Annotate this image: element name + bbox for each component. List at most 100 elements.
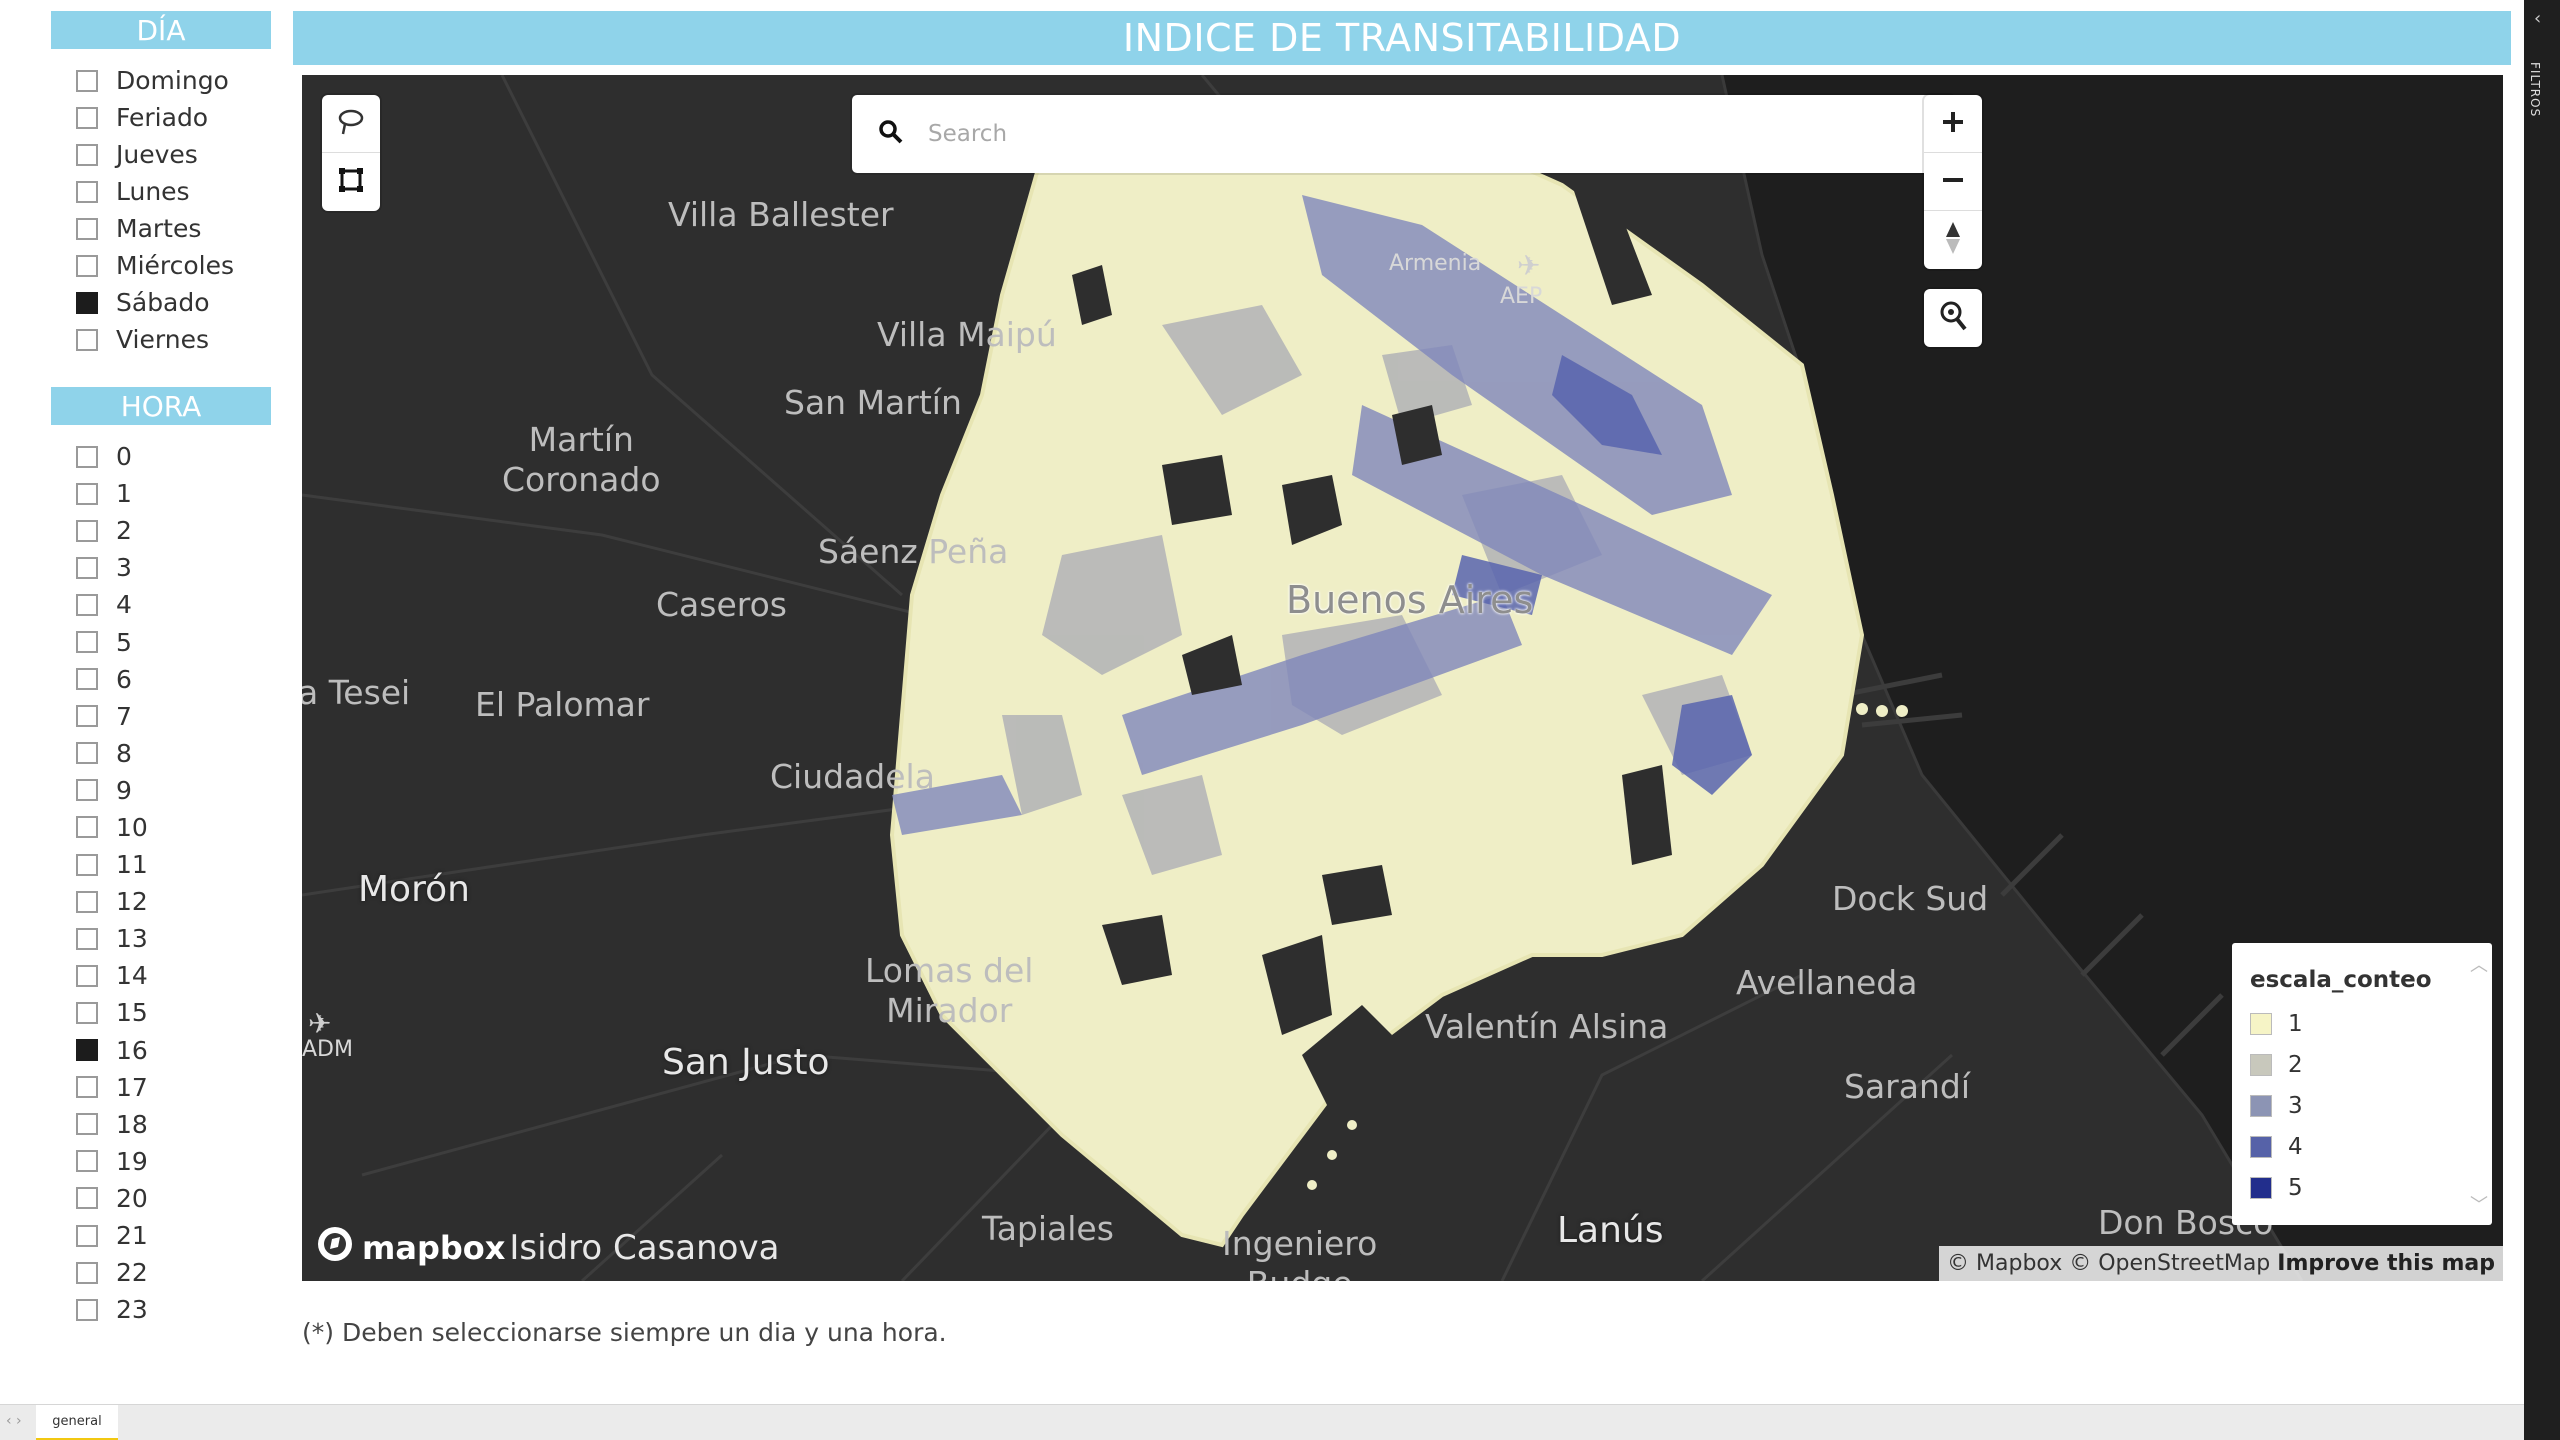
hour-filter-item[interactable]: 21 bbox=[76, 1217, 276, 1254]
hour-filter-item[interactable]: 0 bbox=[76, 438, 276, 475]
place-label: a Tesei bbox=[302, 673, 411, 712]
place-label: Avellaneda bbox=[1736, 963, 1918, 1002]
hour-filter-checkbox[interactable] bbox=[76, 1001, 98, 1024]
hour-filter-label: 0 bbox=[116, 442, 132, 472]
hour-filter-checkbox[interactable] bbox=[76, 742, 98, 765]
search-icon bbox=[878, 119, 904, 149]
hour-filter-item[interactable]: 19 bbox=[76, 1143, 276, 1180]
hour-filter-checkbox[interactable] bbox=[76, 482, 98, 505]
hour-filter-item[interactable]: 23 bbox=[76, 1291, 276, 1328]
legend-item: 2 bbox=[2250, 1044, 2492, 1085]
place-label: Lanús bbox=[1557, 1210, 1664, 1251]
place-label: Caseros bbox=[656, 585, 787, 624]
map-search-input[interactable] bbox=[928, 121, 1908, 147]
legend-label: 4 bbox=[2288, 1133, 2303, 1160]
hour-filter-item[interactable]: 15 bbox=[76, 994, 276, 1031]
zoom-in-button[interactable] bbox=[1924, 95, 1982, 153]
zoom-out-button[interactable] bbox=[1924, 153, 1982, 211]
hour-filter-checkbox[interactable] bbox=[76, 1113, 98, 1136]
hour-filter-checkbox[interactable] bbox=[76, 816, 98, 839]
hour-filter-label: 13 bbox=[116, 924, 148, 954]
hour-filter-checkbox[interactable] bbox=[76, 593, 98, 616]
hour-filter-checkbox[interactable] bbox=[76, 964, 98, 987]
hour-filter-checkbox[interactable] bbox=[76, 1039, 98, 1062]
day-filter-item[interactable]: Sábado bbox=[76, 284, 276, 321]
hour-filter-checkbox[interactable] bbox=[76, 779, 98, 802]
hour-filter-item[interactable]: 20 bbox=[76, 1180, 276, 1217]
day-filter-item[interactable]: Domingo bbox=[76, 62, 276, 99]
hour-filter-item[interactable]: 14 bbox=[76, 957, 276, 994]
day-filter-checkbox[interactable] bbox=[76, 106, 98, 129]
day-filter-checkbox[interactable] bbox=[76, 254, 98, 277]
map-legend: escala_conteo 1 2 3 4 5 ︿ ﹀ bbox=[2232, 943, 2492, 1225]
day-filter-checkbox[interactable] bbox=[76, 69, 98, 92]
geolocate-control bbox=[1924, 289, 1982, 347]
reset-bearing-button[interactable] bbox=[1924, 211, 1982, 269]
hour-filter-item[interactable]: 4 bbox=[76, 586, 276, 623]
hour-filter-item[interactable]: 10 bbox=[76, 809, 276, 846]
mapbox-logo[interactable]: mapbox Isidro Casanova bbox=[316, 1225, 779, 1271]
mapbox-wordmark: mapbox bbox=[362, 1229, 506, 1267]
legend-swatch bbox=[2250, 1135, 2272, 1158]
day-filter-item[interactable]: Miércoles bbox=[76, 247, 276, 284]
day-filter-item[interactable]: Martes bbox=[76, 210, 276, 247]
hour-filter-checkbox[interactable] bbox=[76, 705, 98, 728]
map-view[interactable]: ✈ ✈ Villa Ballester Villa Maipú San Mart… bbox=[302, 75, 2503, 1281]
day-filter-item[interactable]: Jueves bbox=[76, 136, 276, 173]
map-pin-search-icon bbox=[1936, 299, 1970, 337]
hour-filter-item[interactable]: 17 bbox=[76, 1069, 276, 1106]
improve-map-link[interactable]: Improve this map bbox=[2277, 1251, 2495, 1276]
hour-filter-item[interactable]: 12 bbox=[76, 883, 276, 920]
place-label-city: Buenos Aires bbox=[1286, 578, 1534, 622]
lasso-select-button[interactable] bbox=[322, 95, 380, 153]
hour-filter-item[interactable]: 7 bbox=[76, 698, 276, 735]
mapbox-attribution-link[interactable]: © Mapbox bbox=[1947, 1251, 2062, 1276]
hour-filter-checkbox[interactable] bbox=[76, 1261, 98, 1284]
hour-filter-checkbox[interactable] bbox=[76, 631, 98, 654]
day-filter-checkbox[interactable] bbox=[76, 328, 98, 351]
hour-filter-checkbox[interactable] bbox=[76, 853, 98, 876]
day-filter-item[interactable]: Viernes bbox=[76, 321, 276, 358]
hour-filter-checkbox[interactable] bbox=[76, 1224, 98, 1247]
chevron-left-icon[interactable]: ‹ bbox=[2534, 8, 2541, 29]
filters-pane[interactable]: ‹ FILTROS bbox=[2524, 0, 2560, 1440]
hour-filter-checkbox[interactable] bbox=[76, 1187, 98, 1210]
day-filter-item[interactable]: Feriado bbox=[76, 99, 276, 136]
day-filter-checkbox[interactable] bbox=[76, 180, 98, 203]
hour-filter-checkbox[interactable] bbox=[76, 1298, 98, 1321]
hour-filter-checkbox[interactable] bbox=[76, 1076, 98, 1099]
hour-filter-item[interactable]: 6 bbox=[76, 661, 276, 698]
hour-filter-checkbox[interactable] bbox=[76, 445, 98, 468]
hour-filter-item[interactable]: 22 bbox=[76, 1254, 276, 1291]
hour-filter-item[interactable]: 1 bbox=[76, 475, 276, 512]
hour-filter-item[interactable]: 11 bbox=[76, 846, 276, 883]
locate-button[interactable] bbox=[1924, 289, 1982, 347]
place-label: AEP bbox=[1500, 284, 1543, 309]
hour-filter-checkbox[interactable] bbox=[76, 927, 98, 950]
hour-filter-item[interactable]: 2 bbox=[76, 512, 276, 549]
hour-filter-checkbox[interactable] bbox=[76, 890, 98, 913]
hour-filter-item[interactable]: 3 bbox=[76, 549, 276, 586]
hour-filter-checkbox[interactable] bbox=[76, 668, 98, 691]
tab-general[interactable]: general bbox=[36, 1405, 118, 1440]
hour-filter-item[interactable]: 16 bbox=[76, 1032, 276, 1069]
hour-filter-label: 1 bbox=[116, 479, 132, 509]
plus-icon bbox=[1940, 109, 1966, 139]
hour-filter-checkbox[interactable] bbox=[76, 519, 98, 542]
tab-nav-arrows-icon[interactable]: ‹ › bbox=[6, 1413, 22, 1429]
hour-filter-item[interactable]: 5 bbox=[76, 623, 276, 660]
legend-scrollbar[interactable]: ︿ ﹀ bbox=[2466, 943, 2492, 1225]
hour-filter-item[interactable]: 18 bbox=[76, 1106, 276, 1143]
day-filter-checkbox[interactable] bbox=[76, 291, 98, 314]
rectangle-select-button[interactable] bbox=[322, 153, 380, 211]
hour-filter-checkbox[interactable] bbox=[76, 556, 98, 579]
hour-filter-checkbox[interactable] bbox=[76, 1150, 98, 1173]
place-label: Armenia bbox=[1389, 251, 1482, 276]
hour-filter-item[interactable]: 9 bbox=[76, 772, 276, 809]
hour-filter-item[interactable]: 8 bbox=[76, 735, 276, 772]
day-filter-checkbox[interactable] bbox=[76, 143, 98, 166]
osm-attribution-link[interactable]: © OpenStreetMap bbox=[2069, 1251, 2270, 1276]
day-filter-checkbox[interactable] bbox=[76, 217, 98, 240]
day-filter-item[interactable]: Lunes bbox=[76, 173, 276, 210]
hour-filter-item[interactable]: 13 bbox=[76, 920, 276, 957]
